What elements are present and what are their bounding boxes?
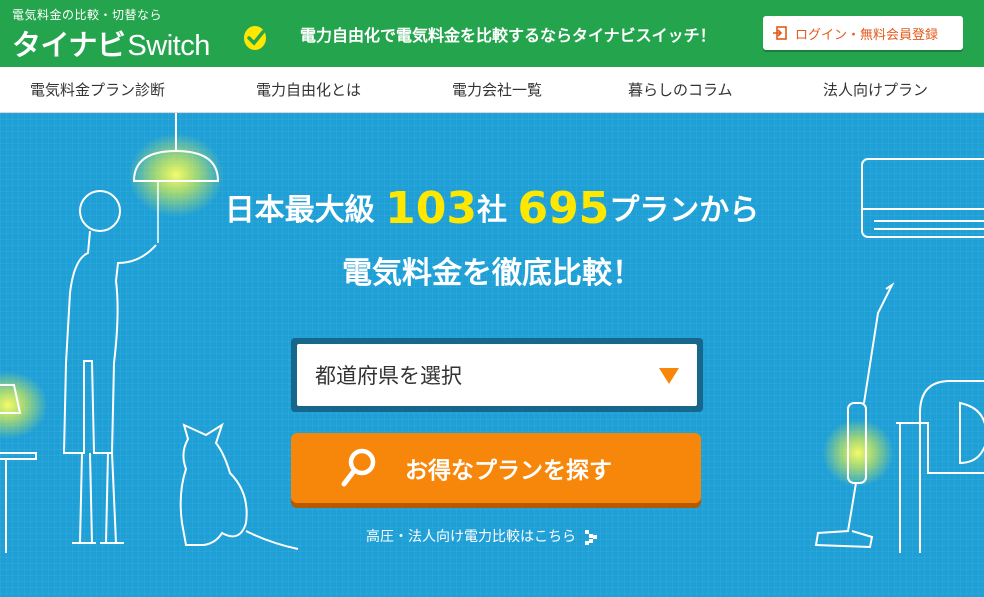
dropdown-arrow-icon xyxy=(659,368,679,384)
nav-item-plan-diagnosis[interactable]: 電気料金プラン診断 xyxy=(30,79,165,100)
cat-silhouette xyxy=(179,422,299,550)
logo-text: タイナビ xyxy=(12,28,126,62)
company-unit: 社 xyxy=(477,193,507,228)
prefecture-select-value: 都道府県を選択 xyxy=(315,364,462,388)
nav-item-deregulation[interactable]: 電力自由化とは xyxy=(256,79,361,100)
login-register-button[interactable]: ログイン・無料会員登録 xyxy=(763,16,963,50)
magnifier-icon xyxy=(341,448,376,487)
nav-item-life-column[interactable]: 暮らしのコラム xyxy=(628,79,733,100)
search-plans-label: お得なプランを探す xyxy=(405,458,612,484)
corporate-link-label: 高圧・法人向け電力比較はこちら xyxy=(366,529,576,545)
nav-item-corporate-plans[interactable]: 法人向けプラン xyxy=(823,79,928,100)
headline-suffix: プランから xyxy=(609,193,760,228)
vacuum-cleaner-icon xyxy=(814,282,895,549)
main-nav: 電気料金プラン診断 電力自由化とは 電力会社一覧 暮らしのコラム 法人向けプラン xyxy=(0,67,984,113)
sofa-silhouette xyxy=(896,380,984,553)
plan-count: 695 xyxy=(517,183,610,234)
chevron-right-icon xyxy=(585,530,598,545)
site-logo[interactable]: タイナビSwitch xyxy=(12,22,210,64)
logo-switch-text: Switch xyxy=(127,30,210,62)
corporate-comparison-link[interactable]: 高圧・法人向け電力比較はこちら xyxy=(366,526,598,546)
login-icon xyxy=(773,26,787,40)
hero-section: 日本最大級 103社 695プランから 電気料金を徹底比較！ 都道府県を選択 お… xyxy=(0,113,984,597)
prefecture-select-frame: 都道府県を選択 xyxy=(291,338,703,412)
woman-silhouette xyxy=(62,190,157,544)
hero-headline: 日本最大級 103社 695プランから xyxy=(0,183,984,234)
hero-subheadline: 電気料金を徹底比較！ xyxy=(342,256,642,291)
logo-subtitle: 電気料金の比較・切替なら xyxy=(12,8,163,22)
headline-prefix: 日本最大級 xyxy=(224,193,375,228)
header-tagline: 電力自由化で電気料金を比較するならタイナビスイッチ！ xyxy=(300,26,716,45)
prefecture-select[interactable]: 都道府県を選択 xyxy=(297,344,697,406)
table-lamp-icon xyxy=(0,371,48,553)
search-plans-button[interactable]: お得なプランを探す xyxy=(291,433,701,503)
company-count: 103 xyxy=(385,183,477,234)
nav-item-power-companies[interactable]: 電力会社一覧 xyxy=(452,79,542,100)
login-register-label: ログイン・無料会員登録 xyxy=(795,27,939,43)
lightbulb-check-icon xyxy=(244,26,266,50)
site-header: 電気料金の比較・切替なら タイナビSwitch 電力自由化で電気料金を比較するな… xyxy=(0,0,984,67)
